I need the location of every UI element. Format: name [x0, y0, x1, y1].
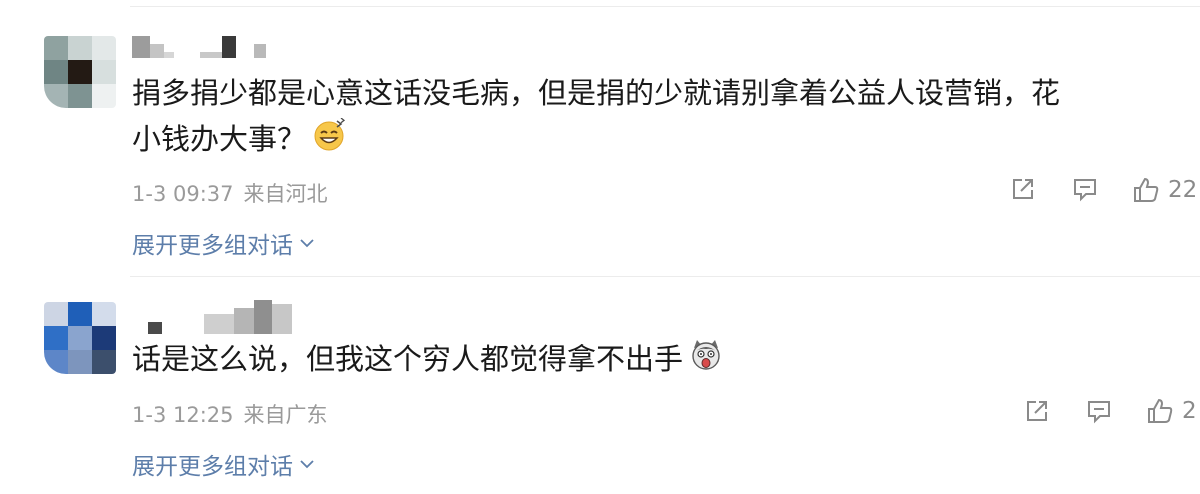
like-button[interactable]: 2: [1146, 397, 1197, 425]
comment-text: 话是这么说，但我这个穷人都觉得拿不出手: [132, 336, 723, 385]
avatar[interactable]: [44, 302, 116, 374]
expand-conversation-label: 展开更多组对话: [132, 454, 293, 480]
share-button[interactable]: [1024, 398, 1050, 424]
like-button[interactable]: 22: [1132, 176, 1197, 204]
comment-text-line-1: 捐多捐少都是心意这话没毛病，但是捐的少就请别拿着公益人设营销，花: [132, 76, 1061, 110]
comment-text-line-1: 话是这么说，但我这个穷人都觉得拿不出手: [132, 342, 684, 376]
comment-location: 来自河北: [243, 182, 328, 206]
comment-text-continued: 小钱办大事？: [132, 116, 346, 165]
thumbs-up-icon: [1148, 398, 1173, 423]
shocked-dog-face-icon: [689, 338, 723, 385]
share-icon: [1013, 179, 1033, 199]
expand-conversation-link[interactable]: 展开更多组对话: [132, 226, 315, 260]
comment-date: 1-3 09:37: [132, 182, 234, 206]
like-count: 2: [1182, 398, 1197, 424]
comment-icon: [1088, 401, 1110, 424]
comment-divider: [130, 276, 1200, 277]
share-button[interactable]: [1010, 176, 1036, 202]
comment-date: 1-3 12:25: [132, 403, 234, 427]
avatar[interactable]: [44, 36, 116, 108]
comment-text-line-2: 小钱办大事？: [132, 122, 307, 156]
username-blurred[interactable]: [132, 36, 266, 58]
comment-text: 捐多捐少都是心意这话没毛病，但是捐的少就请别拿着公益人设营销，花: [132, 70, 1060, 116]
chevron-down-icon: [300, 239, 314, 248]
thumbs-up-icon: [1134, 177, 1159, 202]
chevron-down-icon: [300, 460, 314, 469]
comment-meta: 1-3 09:37 来自河北: [132, 178, 338, 208]
username-blurred[interactable]: [148, 300, 292, 334]
reply-button[interactable]: [1072, 176, 1098, 202]
like-count: 22: [1168, 177, 1198, 203]
share-icon: [1027, 401, 1047, 421]
expand-conversation-label: 展开更多组对话: [132, 233, 293, 259]
top-divider: [130, 6, 1200, 7]
comment-location: 来自广东: [243, 403, 328, 427]
grinning-sweat-face-icon: [312, 116, 346, 165]
reply-button[interactable]: [1086, 398, 1112, 424]
expand-conversation-link[interactable]: 展开更多组对话: [132, 447, 315, 481]
comment-meta: 1-3 12:25 来自广东: [132, 399, 338, 429]
comment-icon: [1074, 179, 1096, 202]
